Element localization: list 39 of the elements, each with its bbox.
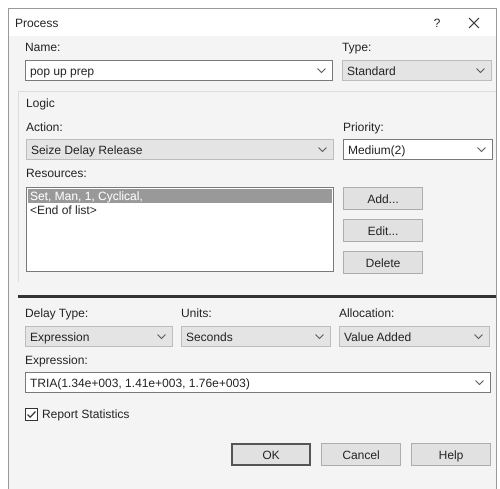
checkbox-label: Report Statistics: [42, 407, 130, 421]
chevron-icon: [315, 334, 324, 340]
chevron-icon: [317, 68, 326, 74]
dialog-button[interactable]: OK: [231, 443, 311, 466]
close-icon: [468, 16, 480, 28]
dropdown[interactable]: Seconds: [181, 326, 331, 347]
chevron-icon: [157, 334, 166, 340]
field-label: Name:: [25, 40, 62, 54]
list-button[interactable]: Add...: [343, 187, 423, 210]
combo-field[interactable]: TRIA(1.34e+003, 1.41e+003, 1.76e+003): [25, 372, 491, 393]
field-label: Priority:: [343, 120, 385, 134]
dropdown[interactable]: Value Added: [339, 326, 490, 347]
resource-list[interactable]: Set, Man, 1, Cyclical, <End of list>: [26, 187, 334, 272]
help-button[interactable]: ?: [422, 16, 452, 30]
dialog-button[interactable]: Help: [411, 443, 491, 466]
field-label: Expression:: [25, 353, 89, 367]
dropdown[interactable]: Standard: [342, 60, 492, 81]
dropdown[interactable]: Expression: [25, 326, 173, 347]
group-title: Logic: [26, 96, 56, 110]
list-button[interactable]: Edit...: [343, 219, 423, 242]
field-label: Action:: [26, 120, 64, 134]
chevron-icon: [474, 334, 483, 340]
combo-field[interactable]: Medium(2): [343, 139, 493, 160]
checkbox[interactable]: [25, 408, 38, 420]
field-label: Allocation:: [339, 306, 396, 320]
list-button[interactable]: Delete: [343, 251, 423, 274]
field-label: Delay Type:: [25, 306, 90, 320]
field-label: Resources:: [26, 166, 88, 180]
chevron-icon: [476, 68, 485, 74]
chevron-icon: [475, 380, 484, 386]
field-label: Type:: [342, 40, 372, 54]
chevron-icon: [318, 146, 327, 152]
combo-field[interactable]: pop up prep: [25, 60, 333, 81]
window-title: Process: [15, 16, 60, 30]
dialog-button[interactable]: Cancel: [321, 443, 401, 466]
field-label: Units:: [181, 306, 213, 320]
chevron-icon: [477, 146, 486, 152]
list-item[interactable]: <End of list>: [28, 203, 99, 217]
dropdown[interactable]: Seize Delay Release: [26, 139, 334, 160]
